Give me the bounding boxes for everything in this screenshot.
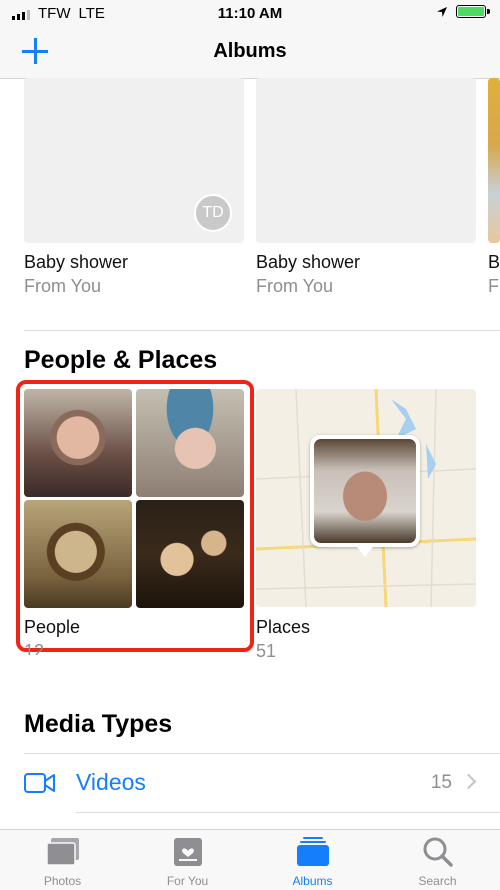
tab-bar: Photos For You Albums Search xyxy=(0,829,500,890)
shared-album-title-3[interactable]: B xyxy=(488,252,500,273)
row-divider xyxy=(76,812,500,813)
tab-albums-label: Albums xyxy=(292,874,333,888)
videos-row[interactable]: Videos 15 xyxy=(0,754,500,812)
tab-search-label: Search xyxy=(418,874,457,888)
tab-albums[interactable]: Albums xyxy=(250,830,375,890)
tab-photos[interactable]: Photos xyxy=(0,830,125,890)
place-photo xyxy=(314,439,416,543)
people-album-label[interactable]: People xyxy=(24,617,80,638)
shared-album-subtitle-1: From You xyxy=(24,276,102,296)
owner-avatar: TD xyxy=(194,194,232,232)
chevron-right-icon xyxy=(460,773,477,790)
page-title: Albums xyxy=(213,40,287,62)
video-camera-icon xyxy=(24,773,55,793)
places-album-count: 51 xyxy=(256,641,277,661)
location-arrow-icon xyxy=(437,6,447,17)
tab-for-you-label: For You xyxy=(166,874,209,888)
status-right xyxy=(436,5,490,18)
shared-album-title-2[interactable]: Baby shower xyxy=(256,252,360,273)
place-photo-pin xyxy=(310,435,420,557)
battery-icon xyxy=(456,5,490,18)
media-types-heading: Media Types xyxy=(24,710,173,738)
tab-photos-label: Photos xyxy=(43,874,82,888)
for-you-icon xyxy=(174,838,202,866)
navigation-bar: Albums xyxy=(0,28,500,79)
shared-album-subtitle-2: From You xyxy=(256,276,334,296)
people-album-count: 12 xyxy=(24,641,45,655)
photos-stack-icon xyxy=(46,838,79,866)
tab-for-you[interactable]: For You xyxy=(125,830,250,890)
videos-label: Videos xyxy=(76,769,146,795)
shared-album-thumbnail-3[interactable] xyxy=(488,78,500,243)
section-divider xyxy=(24,330,500,331)
places-map-thumbnail[interactable] xyxy=(256,389,476,607)
clock: 11:10 AM xyxy=(217,5,283,22)
videos-count: 15 xyxy=(430,772,452,793)
shared-album-title-1[interactable]: Baby shower xyxy=(24,252,128,273)
people-highlight-box xyxy=(16,380,254,652)
places-album-label[interactable]: Places xyxy=(256,617,310,638)
status-bar: TFW LTE 11:10 AM xyxy=(0,0,500,28)
shared-album-subtitle-3: Fr xyxy=(488,276,500,296)
tab-search[interactable]: Search xyxy=(375,830,500,890)
search-icon xyxy=(423,837,453,867)
shared-album-thumbnail-2[interactable] xyxy=(256,78,476,243)
people-places-heading: People & Places xyxy=(24,346,218,374)
albums-icon xyxy=(297,837,329,866)
